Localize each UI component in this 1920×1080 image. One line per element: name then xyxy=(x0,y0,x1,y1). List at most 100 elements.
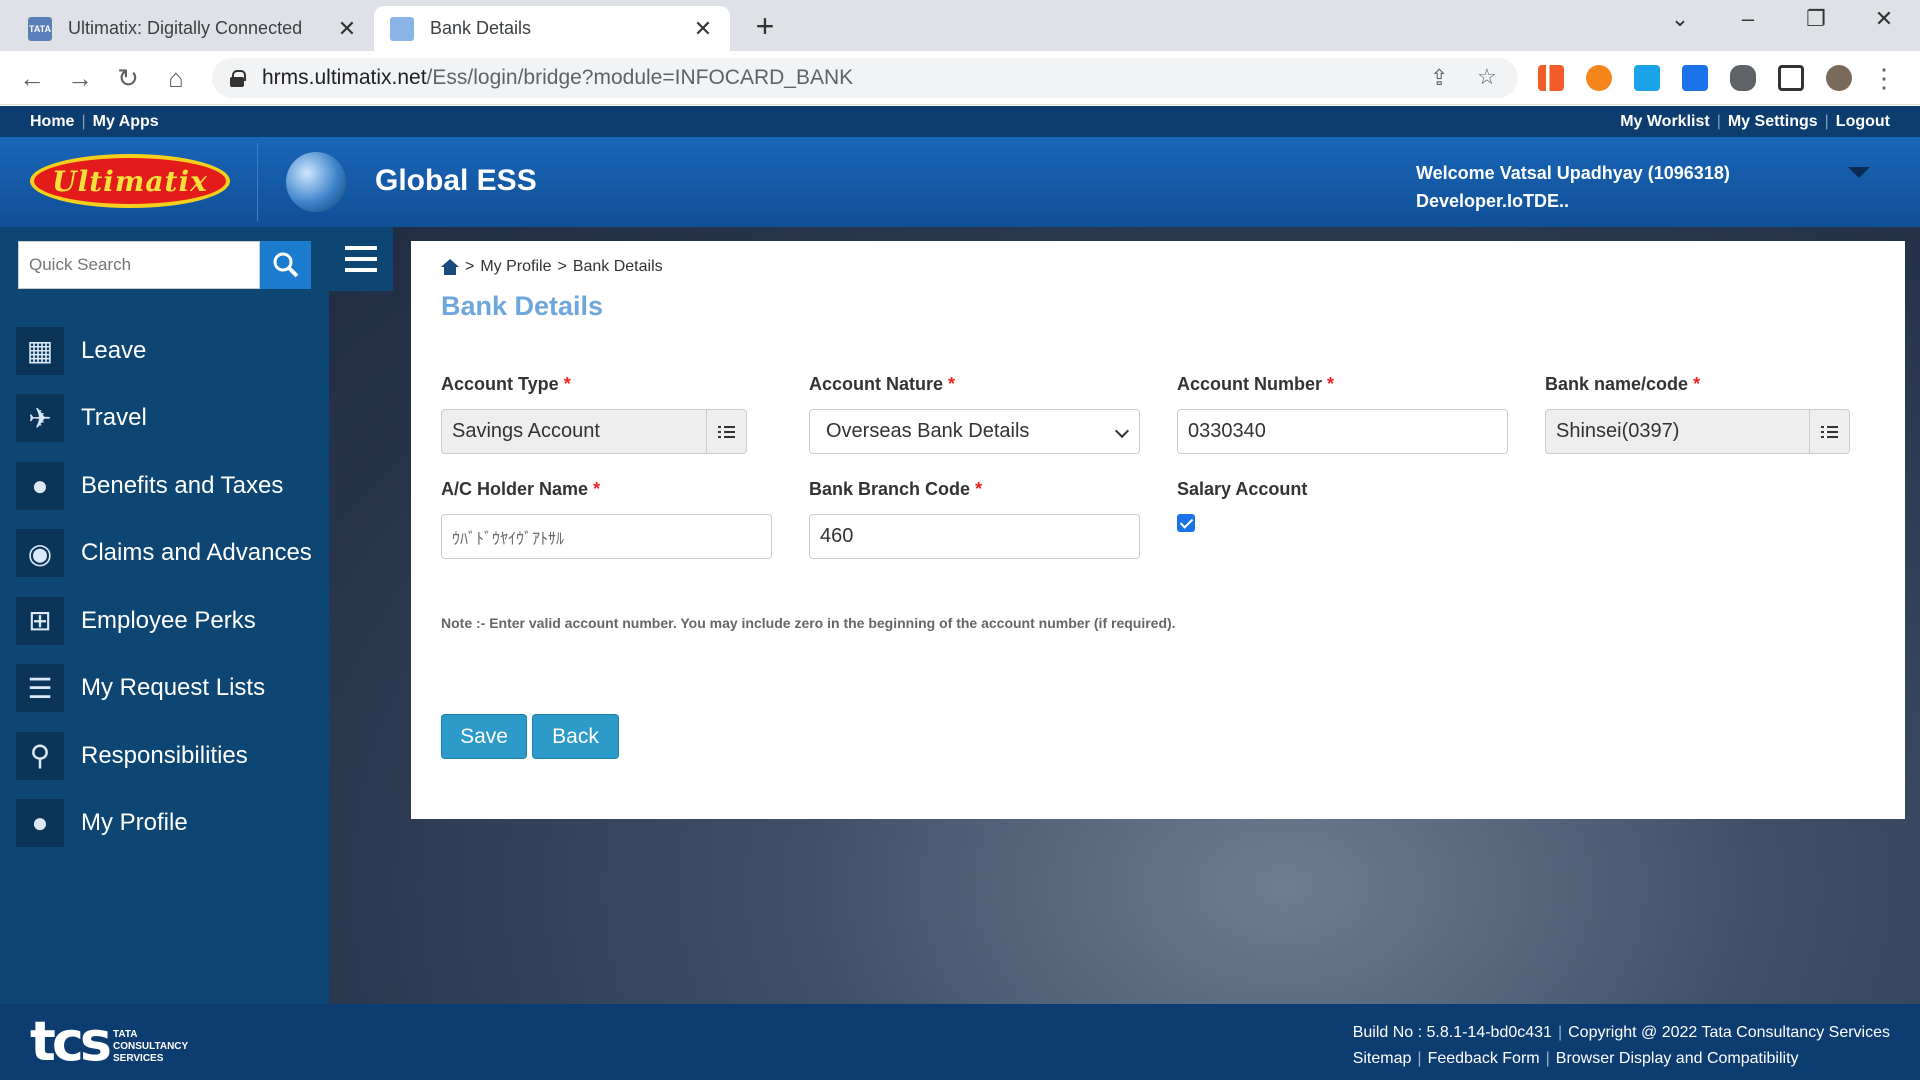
logout-link[interactable]: Logout xyxy=(1836,113,1890,130)
salary-account-checkbox[interactable] xyxy=(1177,514,1195,532)
profile-avatar[interactable] xyxy=(1826,65,1852,91)
sidebar-item-responsibilities[interactable]: ⚲ Responsibilities xyxy=(0,722,329,790)
sidebar-item-my-profile[interactable]: ● My Profile xyxy=(0,790,329,858)
address-bar[interactable]: hrms.ultimatix.net/Ess/login/bridge?modu… xyxy=(212,58,1518,98)
sidebar-menu: ▦ Leave ✈ Travel ● Benefits and Taxes ◉ Clai… xyxy=(0,317,329,857)
bank-name-code-field: Bank name/code * Shinsei(0397) xyxy=(1545,374,1850,454)
globe-icon xyxy=(286,152,346,212)
ultimatix-logo[interactable]: Ultimatix xyxy=(30,154,230,208)
breadcrumb-home-icon[interactable] xyxy=(441,259,459,275)
my-worklist-link[interactable]: My Worklist xyxy=(1620,113,1710,130)
footer: tcs TATA CONSULTANCY SERVICES Build No :… xyxy=(0,1004,1920,1080)
build-number: Build No : 5.8.1-14-bd0c431 xyxy=(1352,1024,1552,1041)
branch-code-field: Bank Branch Code * 460 xyxy=(809,479,1140,559)
app-header: Ultimatix Global ESS Welcome Vatsal Upad… xyxy=(0,137,1920,227)
list-icon xyxy=(718,425,735,439)
my-apps-link[interactable]: My Apps xyxy=(93,113,159,130)
breadcrumb-bank-details: Bank Details xyxy=(572,258,663,275)
puzzle-extensions-icon[interactable] xyxy=(1730,65,1756,91)
page-title: Bank Details xyxy=(441,291,604,321)
chevron-down-icon xyxy=(1114,423,1130,439)
download-icon[interactable] xyxy=(1682,65,1708,91)
welcome-text: Welcome Vatsal Upadhyay (1096318) Develo… xyxy=(1416,163,1730,211)
tab-title: Bank Details xyxy=(430,18,532,38)
metamask-icon[interactable] xyxy=(1586,65,1612,91)
close-window-icon[interactable]: ✕ xyxy=(1864,6,1904,32)
account-type-lookup-button[interactable] xyxy=(706,410,746,453)
breadcrumb-my-profile[interactable]: My Profile xyxy=(480,258,551,276)
close-tab-icon[interactable]: ✕ xyxy=(332,16,362,42)
extension-icon[interactable] xyxy=(1538,65,1564,91)
org-chart-icon: ⚲ xyxy=(16,731,64,780)
reload-icon[interactable]: ↻ xyxy=(110,63,146,94)
holder-name-field: A/C Holder Name * ｳﾊﾞﾄﾞｳﾔｲｳﾞｱﾄｻﾙ xyxy=(441,479,772,559)
top-links-bar: Home | My Apps My Worklist | My Settings | Log… xyxy=(0,106,1920,137)
browser-compatibility-link[interactable]: Browser Display and Compatibility xyxy=(1556,1050,1799,1067)
list-icon xyxy=(1821,425,1838,439)
save-button[interactable]: Save xyxy=(441,714,527,759)
search-button[interactable] xyxy=(260,241,311,289)
header-divider xyxy=(257,143,258,221)
bank-details-panel: > My Profile > Bank Details Bank Details… xyxy=(411,241,1905,819)
home-link[interactable]: Home xyxy=(30,113,74,130)
url-text: hrms.ultimatix.net/Ess/login/bridge?modu… xyxy=(262,66,854,89)
back-arrow-icon[interactable]: ← xyxy=(14,63,50,94)
sidebar-item-employee-perks[interactable]: ⊞ Employee Perks xyxy=(0,587,329,655)
sidebar: ▦Leave ✈Travel ●Benefits and Taxes ◉Clai… xyxy=(0,227,329,1004)
my-settings-link[interactable]: My Settings xyxy=(1728,113,1818,130)
browser-tab-ultimatix[interactable]: TATA Ultimatix: Digitally Connected ✕ xyxy=(12,6,374,51)
sidebar-item-travel[interactable]: ✈ Travel xyxy=(0,385,329,453)
restore-icon[interactable]: ❐ xyxy=(1796,6,1836,32)
user-menu-caret-icon[interactable] xyxy=(1848,167,1870,178)
bank-name-code-input[interactable]: Shinsei(0397) xyxy=(1545,409,1850,454)
ultimatix-favicon-icon xyxy=(390,16,414,41)
sidebar-item-my-request-lists[interactable]: ☰ My Request Lists xyxy=(0,655,329,723)
user-icon: ● xyxy=(16,799,64,848)
quick-search-input[interactable] xyxy=(18,241,260,289)
windows-icon[interactable] xyxy=(1634,65,1660,91)
tab-title: Ultimatix: Digitally Connected xyxy=(68,18,303,38)
piggy-bank-icon: ● xyxy=(16,461,64,510)
account-type-input[interactable]: Savings Account xyxy=(441,409,747,454)
search-icon xyxy=(273,252,298,278)
sidebar-item-benefits-and-taxes[interactable]: ● Benefits and Taxes xyxy=(0,452,329,520)
money-bag-icon: ◉ xyxy=(16,529,64,578)
browser-tab-bank-details[interactable]: Bank Details ✕ xyxy=(374,6,730,51)
bank-name-lookup-button[interactable] xyxy=(1809,410,1849,453)
account-type-field: Account Type * Savings Account xyxy=(441,374,747,454)
tab-search-chevron-icon[interactable]: ⌄ xyxy=(1660,6,1700,32)
account-nature-select[interactable]: Overseas Bank Details xyxy=(809,409,1140,454)
lock-icon[interactable] xyxy=(230,70,246,87)
sitemap-link[interactable]: Sitemap xyxy=(1353,1050,1412,1067)
salary-account-field: Salary Account xyxy=(1177,479,1307,532)
calendar-icon: ▦ xyxy=(16,326,64,375)
browser-tab-bar: TATA Ultimatix: Digitally Connected ✕ Ba… xyxy=(0,0,1920,51)
feedback-form-link[interactable]: Feedback Form xyxy=(1428,1050,1540,1067)
airplane-icon: ✈ xyxy=(16,394,64,443)
gift-icon: ⊞ xyxy=(16,596,64,645)
minimize-icon[interactable]: – xyxy=(1728,6,1768,32)
branch-code-input[interactable]: 460 xyxy=(809,514,1140,559)
browser-toolbar: ← → ↻ ⌂ hrms.ultimatix.net/Ess/login/bri… xyxy=(0,51,1920,105)
sidebar-item-leave[interactable]: ▦ Leave xyxy=(0,317,329,385)
home-icon[interactable]: ⌂ xyxy=(158,63,194,94)
kebab-menu-icon[interactable]: ⋮ xyxy=(1866,63,1902,94)
bookmark-star-icon[interactable]: ☆ xyxy=(1477,64,1497,90)
tcs-logo: tcs xyxy=(30,1010,112,1073)
forward-arrow-icon[interactable]: → xyxy=(62,63,98,94)
share-icon[interactable]: ⇪ xyxy=(1430,65,1448,91)
app-name: Global ESS xyxy=(375,164,537,197)
hamburger-menu-icon[interactable] xyxy=(329,227,393,291)
tata-favicon-icon: TATA xyxy=(28,16,52,41)
new-tab-icon[interactable]: + xyxy=(748,8,782,45)
holder-name-input[interactable]: ｳﾊﾞﾄﾞｳﾔｲｳﾞｱﾄｻﾙ xyxy=(441,514,772,559)
list-icon: ☰ xyxy=(16,664,64,713)
account-nature-field: Account Nature * Overseas Bank Details xyxy=(809,374,1140,454)
footer-info: Build No : 5.8.1-14-bd0c431 | Copyright @ … xyxy=(1352,1024,1890,1067)
side-panel-icon[interactable] xyxy=(1778,65,1804,91)
account-number-note: Note :- Enter valid account number. You … xyxy=(441,615,1176,631)
close-tab-icon[interactable]: ✕ xyxy=(688,16,718,42)
sidebar-item-claims-and-advances[interactable]: ◉ Claims and Advances xyxy=(0,520,329,588)
account-number-input[interactable]: 0330340 xyxy=(1177,409,1508,454)
back-button[interactable]: Back xyxy=(532,714,619,759)
